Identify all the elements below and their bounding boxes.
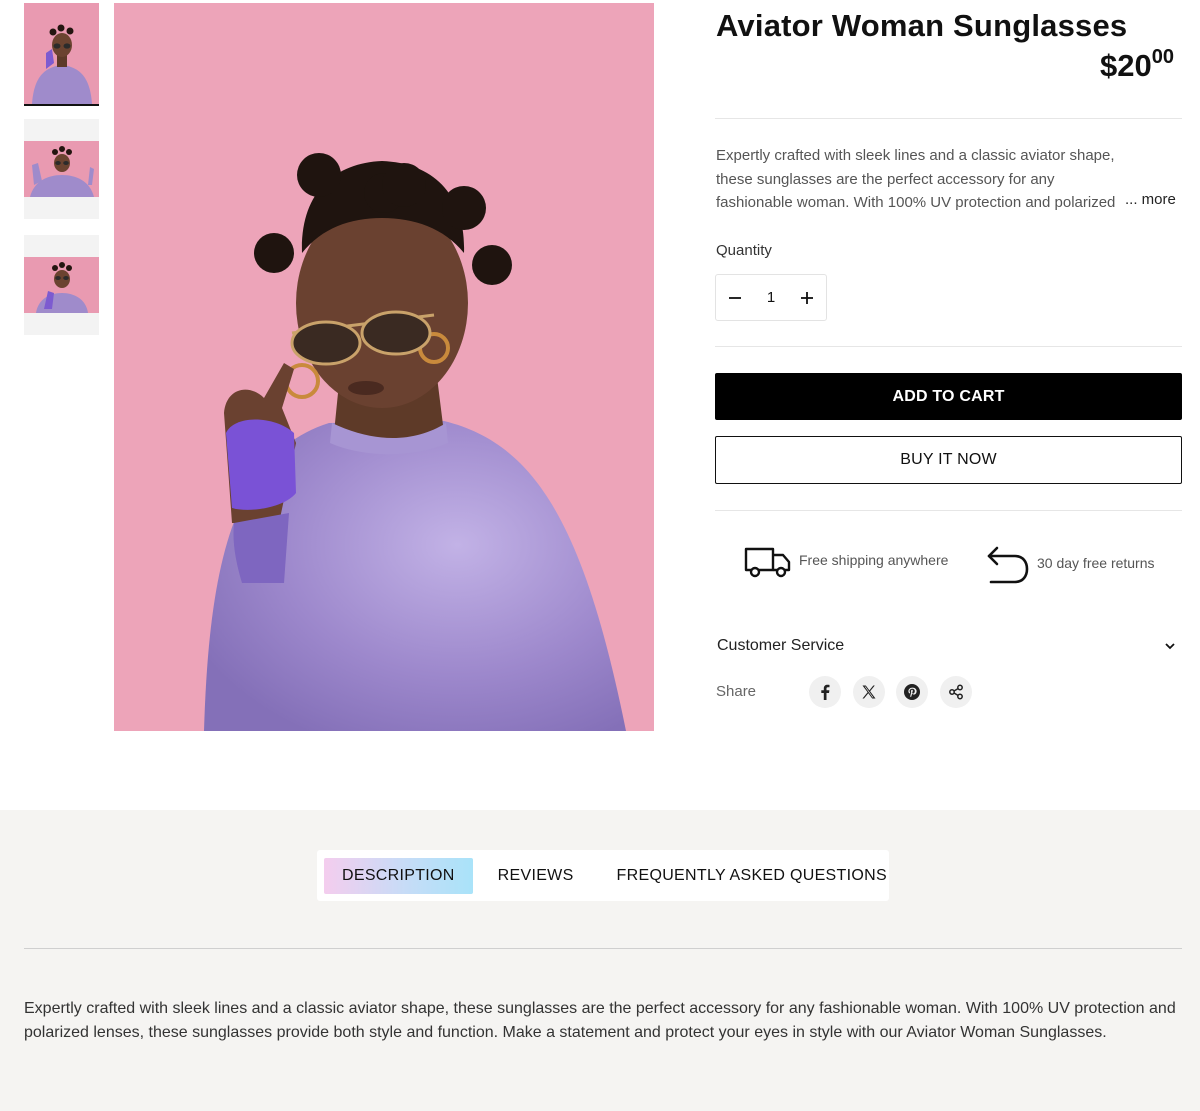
more-link[interactable]: ... more	[1125, 191, 1176, 208]
main-product-image[interactable]	[114, 3, 654, 731]
share-label: Share	[716, 683, 757, 700]
increase-quantity-button[interactable]	[796, 287, 818, 309]
return-arrow-icon	[987, 546, 1029, 584]
minus-icon	[729, 296, 741, 299]
long-description: Expertly crafted with sleek lines and a …	[24, 1000, 1176, 1041]
divider	[715, 118, 1182, 119]
feature-returns: 30 day free returns	[983, 540, 1155, 586]
quantity-label: Quantity	[716, 242, 772, 259]
quantity-stepper	[715, 274, 827, 321]
buy-it-now-button[interactable]: BUY IT NOW	[715, 436, 1182, 484]
plus-icon	[801, 291, 813, 304]
chevron-down-icon	[1165, 643, 1175, 650]
add-to-cart-button[interactable]: ADD TO CART	[715, 373, 1182, 420]
product-price: $2000	[1100, 46, 1174, 84]
tab-bar: DESCRIPTION REVIEWS FREQUENTLY ASKED QUE…	[317, 850, 889, 901]
short-description: Expertly crafted with sleek lines and a …	[716, 147, 1116, 211]
thumbnail-1[interactable]	[24, 3, 99, 106]
divider	[715, 510, 1182, 511]
feature-shipping: Free shipping anywhere	[743, 540, 948, 580]
product-title: Aviator Woman Sunglasses	[716, 8, 1128, 43]
thumbnail-image	[24, 3, 99, 104]
thumbnail-image	[24, 141, 99, 197]
thumbnail-2[interactable]	[24, 119, 99, 219]
share-more-button[interactable]	[939, 676, 972, 708]
tab-description[interactable]: DESCRIPTION	[324, 857, 473, 894]
thumbnail-image	[24, 257, 99, 313]
share-pinterest-button[interactable]	[896, 676, 928, 708]
share-icons	[809, 676, 983, 708]
divider	[715, 346, 1182, 347]
customer-service-toggle[interactable]: Customer Service	[717, 637, 1182, 655]
share-x-button[interactable]	[852, 676, 885, 708]
returns-text: 30 day free returns	[1037, 555, 1155, 571]
share-facebook-button[interactable]	[809, 676, 841, 708]
price-cents: 00	[1151, 46, 1174, 68]
tab-faq[interactable]: FREQUENTLY ASKED QUESTIONS	[617, 858, 887, 894]
thumbnail-3[interactable]	[24, 235, 99, 335]
product-photo	[114, 3, 654, 731]
price-main: $20	[1100, 48, 1152, 83]
tab-reviews[interactable]: REVIEWS	[498, 858, 574, 894]
share-icon	[948, 684, 963, 700]
product-details-section: DESCRIPTION REVIEWS FREQUENTLY ASKED QUE…	[0, 810, 1200, 1111]
customer-service-label: Customer Service	[717, 637, 845, 654]
shipping-text: Free shipping anywhere	[799, 552, 949, 568]
truck-icon	[744, 547, 791, 578]
divider	[24, 948, 1182, 949]
decrease-quantity-button[interactable]	[724, 287, 746, 309]
thumbnail-list	[24, 3, 99, 351]
x-icon	[862, 685, 875, 699]
pinterest-icon	[904, 684, 920, 700]
facebook-icon	[821, 684, 830, 700]
quantity-input[interactable]	[751, 289, 791, 306]
